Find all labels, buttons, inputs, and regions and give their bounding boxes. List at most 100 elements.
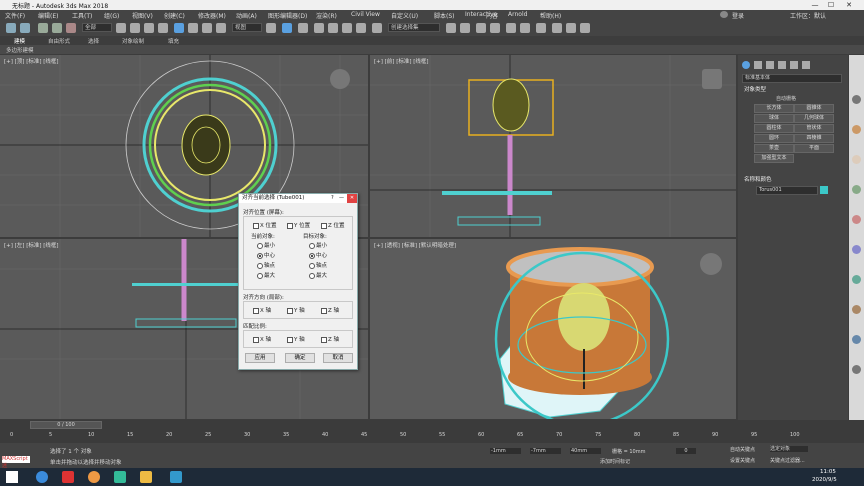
render-setup-icon[interactable] bbox=[552, 23, 562, 33]
tool-icon[interactable] bbox=[852, 95, 861, 104]
menu-scripting[interactable]: 脚本(S) bbox=[434, 11, 455, 20]
select-object-icon[interactable] bbox=[116, 23, 126, 33]
tool-icon[interactable] bbox=[852, 365, 861, 374]
undo-icon[interactable] bbox=[6, 23, 16, 33]
current-pivot-radio[interactable]: 轴点 bbox=[257, 261, 275, 269]
menu-group[interactable]: 组(G) bbox=[104, 11, 119, 20]
menu-create[interactable]: 创建(C) bbox=[164, 11, 185, 20]
autogrid-checkbox[interactable]: 自动栅格 bbox=[776, 95, 796, 102]
z-coord-field[interactable]: 40mm bbox=[570, 448, 601, 454]
tool-icon[interactable] bbox=[852, 215, 861, 224]
select-place-icon[interactable] bbox=[216, 23, 226, 33]
close-button[interactable]: ✕ bbox=[842, 0, 856, 10]
orient-z-checkbox[interactable]: Z 轴 bbox=[321, 306, 339, 314]
orient-y-checkbox[interactable]: Y 轴 bbox=[287, 306, 305, 314]
time-slider[interactable]: 0 / 100 bbox=[30, 421, 102, 429]
named-selection-dropdown[interactable]: 创建选择集 bbox=[388, 23, 440, 32]
select-by-name-icon[interactable] bbox=[130, 23, 140, 33]
ribbon-tab-modeling[interactable]: 建模 bbox=[14, 37, 25, 45]
ribbon-tab-freeform[interactable]: 自由形式 bbox=[48, 37, 70, 45]
scale-y-checkbox[interactable]: Y 轴 bbox=[287, 335, 305, 343]
menu-animation[interactable]: 动画(A) bbox=[236, 11, 257, 20]
create-tab-icon[interactable] bbox=[742, 61, 750, 69]
selection-filter-dropdown[interactable]: 全部 bbox=[82, 23, 112, 32]
start-icon[interactable] bbox=[6, 471, 18, 483]
geosphere-button[interactable]: 几何球体 bbox=[794, 114, 834, 123]
cylinder-button[interactable]: 圆柱体 bbox=[754, 124, 794, 133]
cone-button[interactable]: 圆锥体 bbox=[794, 104, 834, 113]
z-position-checkbox[interactable]: Z 位置 bbox=[321, 221, 345, 229]
viewcube-icon[interactable] bbox=[330, 69, 350, 89]
target-min-radio[interactable]: 最小 bbox=[309, 241, 327, 249]
menu-file[interactable]: 文件(F) bbox=[5, 11, 25, 20]
mirror-icon[interactable] bbox=[446, 23, 456, 33]
sphere-button[interactable]: 球体 bbox=[754, 114, 794, 123]
target-max-radio[interactable]: 最大 bbox=[309, 271, 327, 279]
minimize-button[interactable]: — bbox=[808, 0, 822, 10]
chrome-icon[interactable] bbox=[88, 471, 100, 483]
tool-icon[interactable] bbox=[852, 125, 861, 134]
scene-explorer-icon[interactable] bbox=[490, 23, 500, 33]
schematic-view-icon[interactable] bbox=[520, 23, 530, 33]
folder-icon[interactable] bbox=[140, 471, 152, 483]
unlink-icon[interactable] bbox=[52, 23, 62, 33]
torus-button[interactable]: 圆环 bbox=[754, 134, 794, 143]
primitive-type-dropdown[interactable]: 标准基本体 bbox=[742, 74, 842, 83]
keyboard-shortcut-icon[interactable] bbox=[298, 23, 308, 33]
textplus-button[interactable]: 加强型文本 bbox=[754, 154, 794, 163]
menu-views[interactable]: 视图(V) bbox=[132, 11, 153, 20]
ribbon-tab-populate[interactable]: 填充 bbox=[168, 37, 179, 45]
scale-z-checkbox[interactable]: Z 轴 bbox=[321, 335, 339, 343]
percent-snap-icon[interactable] bbox=[342, 23, 352, 33]
orient-x-checkbox[interactable]: X 轴 bbox=[253, 306, 271, 314]
scale-x-checkbox[interactable]: X 轴 bbox=[253, 335, 271, 343]
workspace-selector[interactable]: 工作区：默认 bbox=[790, 11, 826, 20]
ribbon-poly-modeling[interactable]: 多边形建模 bbox=[6, 46, 34, 54]
target-center-radio[interactable]: 中心 bbox=[309, 251, 327, 259]
select-move-icon[interactable] bbox=[174, 23, 184, 33]
selected-dropdown[interactable]: 选定对象 bbox=[770, 446, 808, 452]
utilities-tab-icon[interactable] bbox=[802, 61, 810, 69]
rendered-frame-icon[interactable] bbox=[566, 23, 576, 33]
layer-explorer-icon[interactable] bbox=[476, 23, 486, 33]
box-button[interactable]: 长方体 bbox=[754, 104, 794, 113]
dialog-close-button[interactable]: ✕ bbox=[347, 194, 357, 203]
app-icon[interactable] bbox=[36, 471, 48, 483]
snaps-toggle-icon[interactable] bbox=[314, 23, 324, 33]
key-filters-button[interactable]: 关键点过滤器... bbox=[770, 457, 805, 464]
bind-spacewarp-icon[interactable] bbox=[66, 23, 76, 33]
object-type-header[interactable]: 对象类型 bbox=[744, 85, 766, 93]
menu-civil-view[interactable]: Civil View bbox=[351, 11, 380, 18]
object-name-field[interactable]: Torus001 bbox=[756, 186, 818, 195]
menu-arnold[interactable]: Arnold bbox=[508, 11, 527, 18]
tool-icon[interactable] bbox=[852, 335, 861, 344]
cancel-button[interactable]: 取消 bbox=[323, 353, 353, 363]
link-icon[interactable] bbox=[38, 23, 48, 33]
name-color-header[interactable]: 名称和颜色 bbox=[744, 175, 772, 183]
current-frame-field[interactable]: 0 bbox=[676, 448, 696, 454]
reference-coord-dropdown[interactable]: 视图 bbox=[232, 23, 262, 32]
select-rotate-icon[interactable] bbox=[188, 23, 198, 33]
rect-selection-icon[interactable] bbox=[144, 23, 154, 33]
y-coord-field[interactable]: -7mm bbox=[530, 448, 561, 454]
viewport-front[interactable]: [+] [前] [标准] [线框] bbox=[370, 55, 736, 237]
ribbon-tab-selection[interactable]: 选择 bbox=[88, 37, 99, 45]
menu-content[interactable]: 内容 bbox=[486, 11, 498, 20]
tool-icon[interactable] bbox=[852, 245, 861, 254]
render-icon[interactable] bbox=[580, 23, 590, 33]
menu-tools[interactable]: 工具(T) bbox=[72, 11, 92, 20]
x-coord-field[interactable]: -1mm bbox=[490, 448, 521, 454]
plane-button[interactable]: 平面 bbox=[794, 144, 834, 153]
apply-button[interactable]: 应用 bbox=[245, 353, 275, 363]
viewcube-icon[interactable] bbox=[702, 69, 722, 89]
motion-tab-icon[interactable] bbox=[778, 61, 786, 69]
ribbon-tab-object-paint[interactable]: 对象绘制 bbox=[122, 37, 144, 45]
edit-named-selection-icon[interactable] bbox=[372, 23, 382, 33]
app-icon[interactable] bbox=[114, 471, 126, 483]
add-time-tag[interactable]: 添加时间标记 bbox=[600, 458, 630, 465]
x-position-checkbox[interactable]: X 位置 bbox=[253, 221, 277, 229]
y-position-checkbox[interactable]: Y 位置 bbox=[287, 221, 310, 229]
hierarchy-tab-icon[interactable] bbox=[766, 61, 774, 69]
viewport-perspective[interactable]: [+] [透视] [标准] [默认明暗处理] bbox=[370, 239, 736, 419]
curve-editor-icon[interactable] bbox=[506, 23, 516, 33]
